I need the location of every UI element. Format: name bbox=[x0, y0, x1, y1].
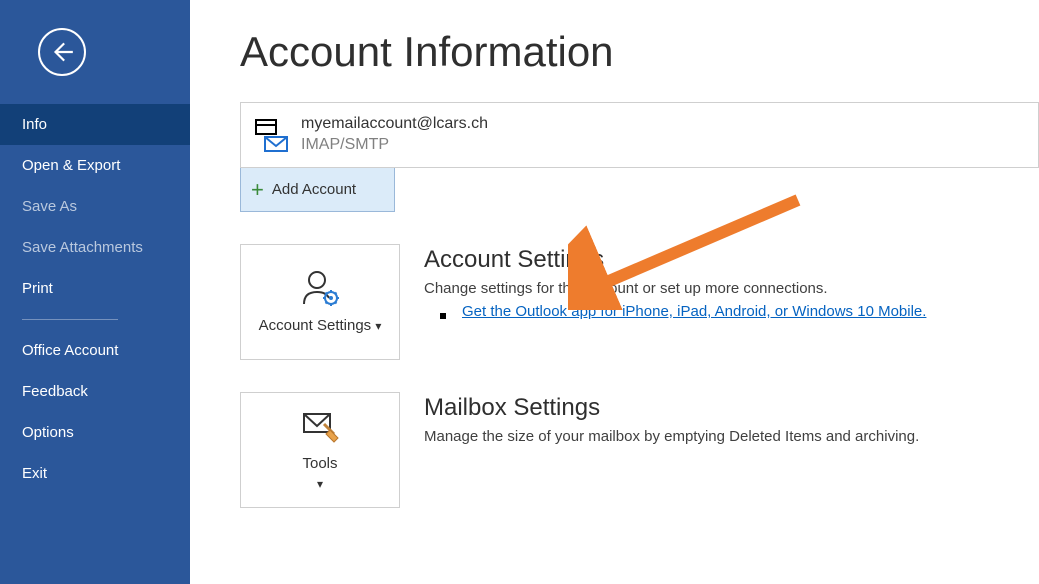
mailbox-settings-desc: Manage the size of your mailbox by empty… bbox=[424, 428, 1039, 445]
section-account-settings: Account Settings ▾ Account Settings Chan… bbox=[240, 244, 1039, 360]
get-outlook-app-link[interactable]: Get the Outlook app for iPhone, iPad, An… bbox=[462, 303, 926, 320]
sidebar-item-office-account[interactable]: Office Account bbox=[0, 330, 190, 371]
backstage-sidebar: Info Open & Export Save As Save Attachme… bbox=[0, 0, 190, 584]
account-settings-desc: Change settings for this account or set … bbox=[424, 280, 1039, 297]
chevron-down-icon: ▾ bbox=[375, 319, 381, 333]
account-selector[interactable]: myemailaccount@lcars.ch IMAP/SMTP bbox=[240, 102, 1039, 168]
page-title: Account Information bbox=[240, 28, 1039, 76]
add-account-button[interactable]: + Add Account bbox=[240, 168, 395, 212]
back-arrow-icon bbox=[49, 39, 75, 65]
account-email: myemailaccount@lcars.ch bbox=[301, 114, 488, 134]
account-settings-tile[interactable]: Account Settings ▾ bbox=[240, 244, 400, 360]
person-gear-icon bbox=[300, 268, 340, 308]
add-account-label: Add Account bbox=[272, 181, 356, 198]
sidebar-item-save-as: Save As bbox=[0, 186, 190, 227]
bullet-icon bbox=[440, 313, 446, 319]
mailbox-icon bbox=[253, 117, 289, 153]
envelope-broom-icon bbox=[300, 406, 340, 446]
tools-tile-label: Tools▾ bbox=[302, 454, 337, 494]
sidebar-separator bbox=[22, 319, 118, 320]
plus-icon: + bbox=[251, 177, 264, 203]
account-protocol: IMAP/SMTP bbox=[301, 134, 488, 156]
main-content: Account Information myemailaccount@lcars… bbox=[190, 0, 1039, 584]
back-button[interactable] bbox=[38, 28, 86, 76]
mailbox-settings-title: Mailbox Settings bbox=[424, 394, 1039, 422]
chevron-down-icon: ▾ bbox=[317, 477, 323, 491]
account-settings-tile-label: Account Settings ▾ bbox=[259, 316, 382, 336]
sidebar-item-open-export[interactable]: Open & Export bbox=[0, 145, 190, 186]
sidebar-item-options[interactable]: Options bbox=[0, 412, 190, 453]
account-settings-title: Account Settings bbox=[424, 246, 1039, 274]
account-icon bbox=[253, 117, 289, 153]
tools-tile[interactable]: Tools▾ bbox=[240, 392, 400, 508]
sidebar-menu: Info Open & Export Save As Save Attachme… bbox=[0, 104, 190, 494]
sidebar-item-feedback[interactable]: Feedback bbox=[0, 371, 190, 412]
sidebar-item-exit[interactable]: Exit bbox=[0, 453, 190, 494]
sidebar-item-save-attachments: Save Attachments bbox=[0, 227, 190, 268]
sidebar-item-print[interactable]: Print bbox=[0, 268, 190, 309]
account-text: myemailaccount@lcars.ch IMAP/SMTP bbox=[301, 114, 488, 156]
sidebar-item-info[interactable]: Info bbox=[0, 104, 190, 145]
section-mailbox-settings: Tools▾ Mailbox Settings Manage the size … bbox=[240, 392, 1039, 508]
